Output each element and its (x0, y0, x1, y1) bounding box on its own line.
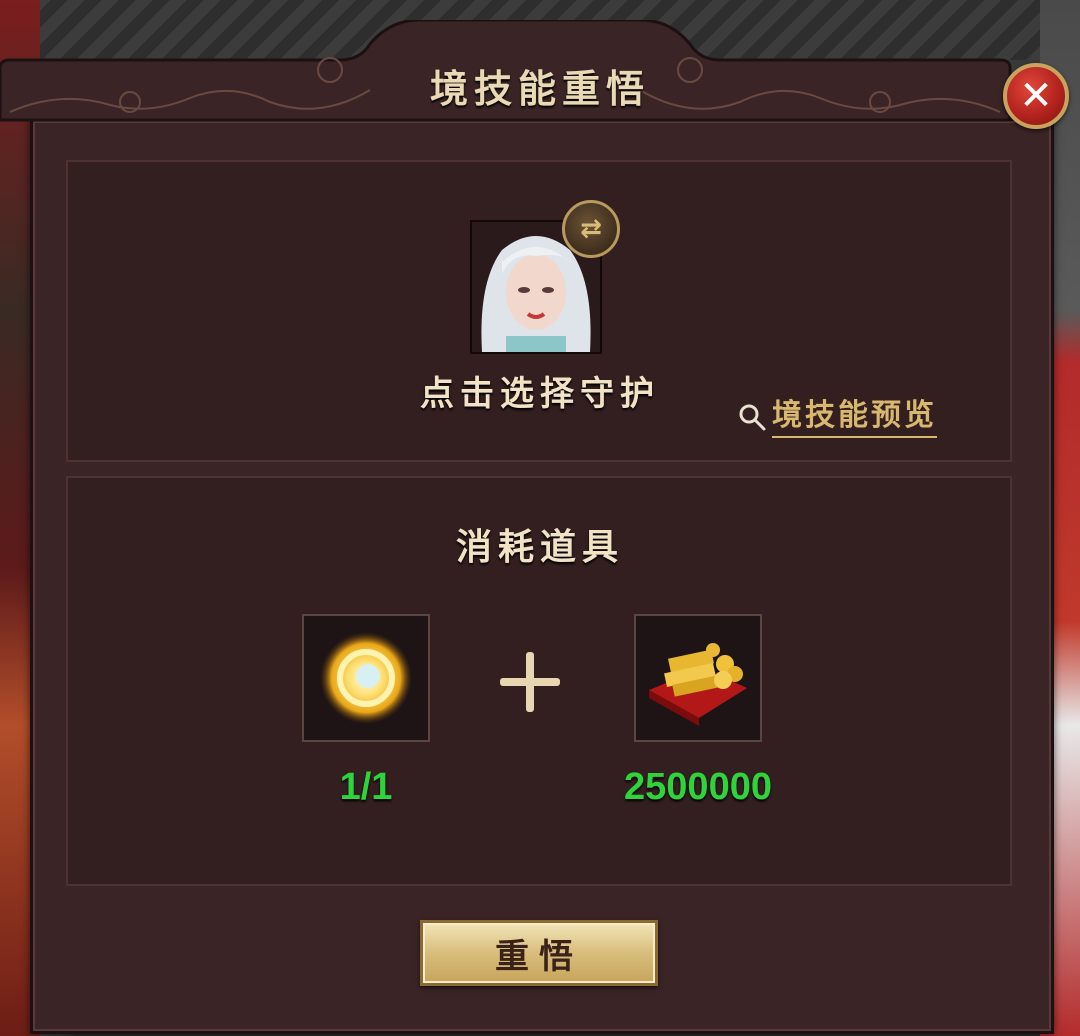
skill-preview-label[interactable]: 境技能预览 (772, 396, 937, 438)
plus-icon (500, 652, 560, 712)
dialog-title: 境技能重悟 (429, 66, 650, 111)
gold-ingots-icon (649, 643, 747, 726)
item-slot-golden-orb[interactable] (302, 614, 430, 742)
item-slot-gold[interactable] (634, 614, 762, 742)
search-icon (739, 404, 766, 431)
select-guardian-label[interactable]: 点击选择守护 (360, 366, 720, 415)
consume-items-title: 消耗道具 (455, 526, 624, 568)
reawaken-button[interactable]: 重悟 (420, 920, 658, 986)
close-button[interactable]: ✕ (1003, 63, 1069, 129)
skill-preview-link[interactable]: 境技能预览 (738, 396, 937, 438)
swap-guardian-button[interactable]: ⇄ (562, 200, 620, 258)
golden-orb-icon (320, 632, 412, 724)
item-count-gold: 2500000 (624, 766, 772, 808)
swap-icon: ⇄ (580, 214, 602, 244)
close-icon: ✕ (1019, 73, 1053, 119)
item-count-golden-orb: 1/1 (339, 766, 393, 808)
